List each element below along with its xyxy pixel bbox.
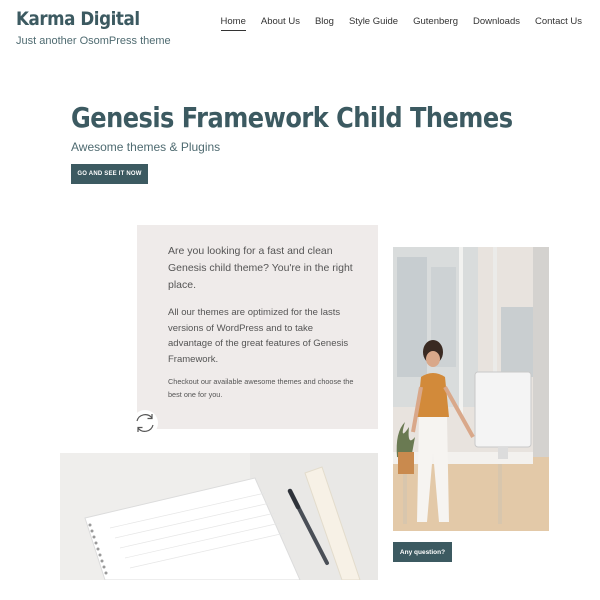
nav-item-downloads[interactable]: Downloads (473, 16, 520, 31)
nav-item-about-us[interactable]: About Us (261, 16, 300, 31)
intro-card: Are you looking for a fast and clean Gen… (137, 225, 378, 429)
nav-item-blog[interactable]: Blog (315, 16, 334, 31)
refresh-icon[interactable] (131, 409, 159, 437)
nav-item-gutenberg[interactable]: Gutenberg (413, 16, 458, 31)
site-title[interactable]: Karma Digital (16, 8, 140, 30)
site-description: Just another OsomPress theme (16, 35, 171, 47)
woman-at-desk-image (393, 247, 549, 531)
hero-title: Genesis Framework Child Themes (71, 101, 513, 134)
main-nav: Home About Us Blog Style Guide Gutenberg… (206, 16, 582, 31)
intro-paragraph-3: Checkout our available awesome themes an… (168, 377, 354, 399)
hero-subtitle: Awesome themes & Plugins (71, 140, 221, 154)
notebook-image (60, 453, 378, 580)
nav-item-contact-us[interactable]: Contact Us (535, 16, 582, 31)
nav-item-home[interactable]: Home (220, 16, 246, 31)
any-question-button[interactable]: Any question? (393, 542, 452, 562)
nav-item-style-guide[interactable]: Style Guide (349, 16, 398, 31)
intro-paragraph-1: Are you looking for a fast and clean Gen… (168, 245, 353, 291)
intro-paragraph-2: All our themes are optimized for the las… (168, 307, 349, 365)
cta-button[interactable]: GO AND SEE IT NOW (71, 164, 148, 184)
